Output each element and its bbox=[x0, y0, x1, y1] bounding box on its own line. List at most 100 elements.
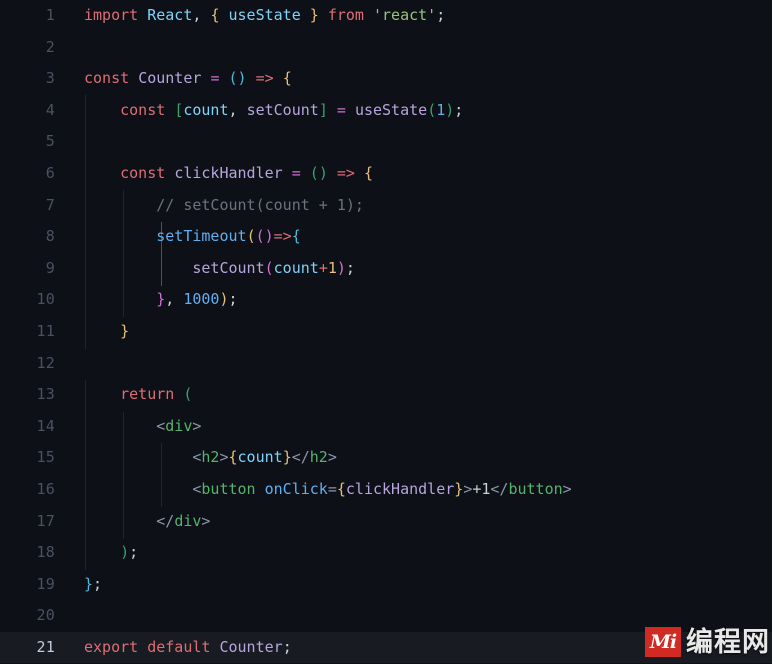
code-line[interactable]: 2 bbox=[0, 32, 772, 64]
line-number: 21 bbox=[36, 637, 55, 656]
code-token: +1 bbox=[472, 479, 491, 498]
code-token: 1 bbox=[436, 100, 446, 119]
code-line[interactable]: 12 bbox=[0, 348, 772, 380]
code-token: } bbox=[120, 321, 130, 340]
code-token: Counter bbox=[138, 69, 202, 88]
code-token: > bbox=[327, 448, 337, 467]
line-content[interactable]: <div> bbox=[84, 411, 201, 443]
line-content[interactable]: const clickHandler = () => { bbox=[84, 158, 373, 190]
code-token: ( bbox=[309, 163, 319, 182]
code-token: default bbox=[147, 637, 211, 656]
line-number: 18 bbox=[36, 543, 55, 562]
code-token: clickHandler bbox=[174, 163, 283, 182]
code-token: { bbox=[282, 69, 292, 88]
line-content[interactable]: ); bbox=[84, 537, 138, 569]
line-content[interactable]: // setCount(count + 1); bbox=[84, 190, 364, 222]
line-content[interactable]: }, 1000); bbox=[84, 284, 237, 316]
code-token: } bbox=[156, 290, 166, 309]
code-line[interactable]: 7 // setCount(count + 1); bbox=[0, 190, 772, 222]
code-token: ( bbox=[183, 385, 193, 404]
code-token: ) bbox=[445, 100, 455, 119]
code-token: ; bbox=[454, 100, 464, 119]
code-lines-container[interactable]: 1 import React, { useState } from 'react'… bbox=[0, 0, 772, 664]
code-token: ) bbox=[264, 227, 274, 246]
code-token: return bbox=[120, 385, 175, 404]
code-token: ( bbox=[255, 227, 265, 246]
line-content[interactable]: setTimeout(()=>{ bbox=[84, 221, 301, 253]
code-token: > bbox=[463, 479, 473, 498]
line-content[interactable]: }; bbox=[84, 569, 102, 601]
code-token: h2 bbox=[201, 448, 220, 467]
line-content[interactable]: export default Counter; bbox=[84, 632, 292, 664]
line-content[interactable]: import React, { useState } from 'react'; bbox=[84, 0, 445, 32]
code-line[interactable]: 18 ); bbox=[0, 537, 772, 569]
code-token: setTimeout bbox=[156, 227, 247, 246]
line-number: 16 bbox=[36, 479, 55, 498]
code-line[interactable]: 14 <div> bbox=[0, 411, 772, 443]
line-content[interactable]: <h2>{count}</h2> bbox=[84, 442, 337, 474]
line-number: 10 bbox=[36, 290, 55, 309]
code-token: ( bbox=[264, 258, 274, 277]
line-number: 5 bbox=[45, 132, 55, 151]
code-line[interactable]: 16 <button onClick={clickHandler}>+1</bu… bbox=[0, 474, 772, 506]
code-line[interactable]: 17 </div> bbox=[0, 506, 772, 538]
line-content[interactable]: return ( bbox=[84, 379, 192, 411]
code-token: { bbox=[228, 448, 238, 467]
line-content[interactable]: setCount(count+1); bbox=[84, 253, 355, 285]
code-token: ; bbox=[345, 258, 355, 277]
line-content[interactable]: const Counter = () => { bbox=[84, 63, 292, 95]
code-token: + bbox=[318, 258, 328, 277]
code-token: , bbox=[228, 100, 238, 119]
code-token: > bbox=[562, 479, 572, 498]
line-number: 19 bbox=[36, 574, 55, 593]
code-line[interactable]: 4 const [count, setCount] = useState(1); bbox=[0, 95, 772, 127]
code-line[interactable]: 13 return ( bbox=[0, 379, 772, 411]
code-editor[interactable]: 1 import React, { useState } from 'react'… bbox=[0, 0, 772, 664]
code-token: const bbox=[84, 69, 130, 88]
line-content[interactable]: <button onClick={clickHandler}>+1</butto… bbox=[84, 474, 572, 506]
code-token: </ bbox=[291, 448, 310, 467]
line-content[interactable]: const [count, setCount] = useState(1); bbox=[84, 95, 463, 127]
code-line[interactable]: 19}; bbox=[0, 569, 772, 601]
code-line[interactable]: 3 const Counter = () => { bbox=[0, 63, 772, 95]
code-token: = bbox=[291, 163, 301, 182]
code-token: ; bbox=[93, 574, 103, 593]
code-token: import bbox=[84, 6, 139, 24]
line-content[interactable]: } bbox=[84, 316, 129, 348]
code-line[interactable]: 10 }, 1000); bbox=[0, 284, 772, 316]
code-line[interactable]: 9 setCount(count+1); bbox=[0, 253, 772, 285]
code-token: } bbox=[84, 574, 94, 593]
code-token: from bbox=[327, 6, 364, 24]
code-token: 1 bbox=[327, 258, 337, 277]
code-line[interactable]: 15 <h2>{count}</h2> bbox=[0, 442, 772, 474]
line-number: 8 bbox=[45, 227, 55, 246]
code-token: => bbox=[255, 69, 274, 88]
watermark-badge-icon: Mi bbox=[645, 627, 681, 657]
code-line[interactable]: 11 } bbox=[0, 316, 772, 348]
watermark-label: 编程网 bbox=[686, 626, 770, 658]
code-line[interactable]: 6 const clickHandler = () => { bbox=[0, 158, 772, 190]
code-token: ] bbox=[318, 100, 328, 119]
code-line[interactable]: 1 import React, { useState } from 'react'… bbox=[0, 0, 772, 32]
code-line[interactable]: 8 setTimeout(()=>{ bbox=[0, 221, 772, 253]
code-token: count bbox=[273, 258, 319, 277]
line-content[interactable]: </div> bbox=[84, 506, 210, 538]
code-line[interactable]: 5 bbox=[0, 126, 772, 158]
